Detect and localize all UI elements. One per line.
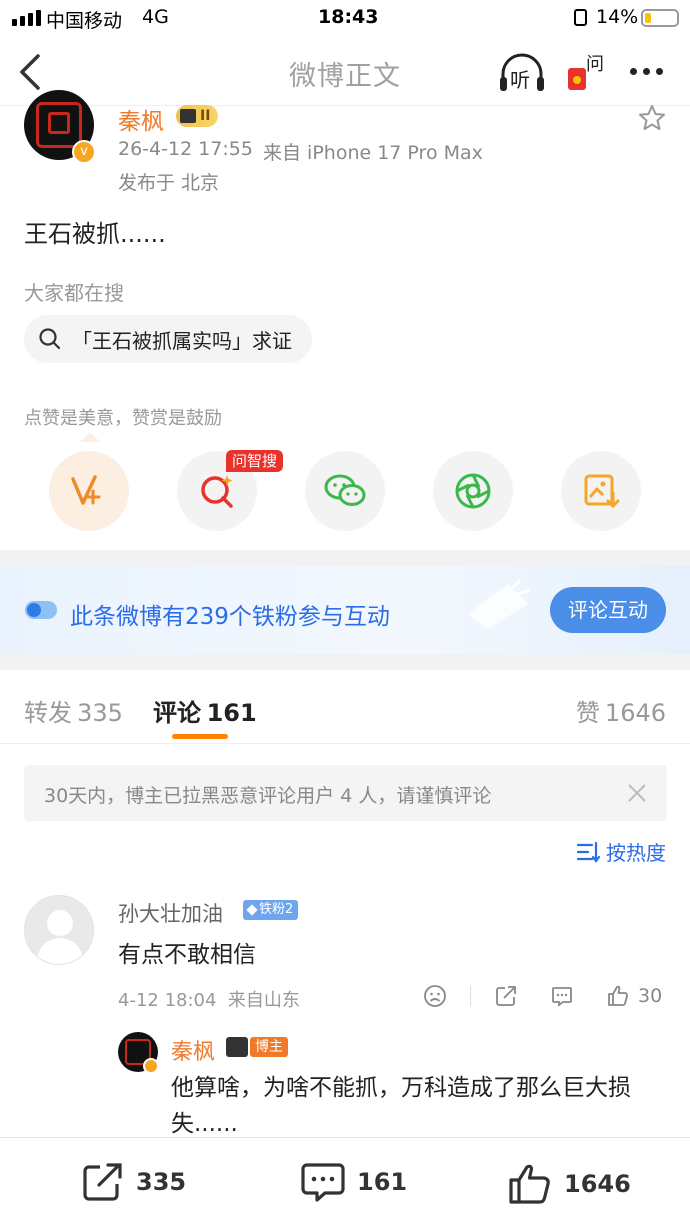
author-name[interactable]: 秦枫 bbox=[118, 102, 164, 136]
blogger-badge: 博主 bbox=[226, 1036, 288, 1058]
dislike-face-icon[interactable] bbox=[423, 984, 447, 1008]
crown-icon bbox=[226, 1037, 248, 1057]
post-location: 发布于 北京 bbox=[118, 172, 220, 194]
bottom-like-count: 1646 bbox=[564, 1170, 631, 1198]
comment-interact-button[interactable]: 评论互动 bbox=[550, 587, 666, 633]
sort-icon bbox=[576, 841, 600, 863]
tab-like-count: 1646 bbox=[604, 699, 666, 727]
signal-icon bbox=[12, 10, 41, 26]
tab-comment[interactable]: 评论 161 bbox=[153, 693, 257, 728]
tab-repost-count: 335 bbox=[77, 699, 123, 727]
bottom-comment-count: 161 bbox=[357, 1168, 408, 1196]
search-pill[interactable]: 「王石被抓属实吗」求证 bbox=[24, 315, 312, 363]
save-image-button[interactable] bbox=[561, 451, 641, 531]
post-time: 26-4-12 17:55 bbox=[118, 138, 253, 160]
post-source: 来自 iPhone 17 Pro Max bbox=[263, 142, 483, 164]
thumbs-up-icon bbox=[509, 1164, 550, 1204]
member-badge: II bbox=[176, 105, 219, 127]
save-image-icon bbox=[584, 474, 620, 509]
bottom-like-button[interactable]: 1646 bbox=[508, 1162, 631, 1206]
commenter-name[interactable]: 孙大壮加油 bbox=[118, 898, 223, 928]
reply-author[interactable]: 秦枫 bbox=[171, 1034, 215, 1066]
sort-label: 按热度 bbox=[606, 841, 666, 865]
repost-icon[interactable] bbox=[494, 984, 518, 1008]
network-label: 4G bbox=[142, 6, 169, 28]
tab-like[interactable]: 赞 1646 bbox=[576, 693, 666, 728]
status-bar: 中国移动 4G 18:43 14% bbox=[0, 0, 690, 36]
tab-indicator bbox=[172, 734, 228, 739]
search-icon bbox=[39, 328, 61, 350]
search-section-label: 大家都在搜 bbox=[24, 281, 124, 305]
fan-badge-label: 铁粉2 bbox=[259, 902, 294, 917]
comment-text: 有点不敢相信 bbox=[118, 942, 256, 968]
block-notice: 30天内，博主已拉黑恶意评论用户 4 人，请谨慎评论 bbox=[24, 765, 667, 821]
member-level: II bbox=[200, 108, 211, 124]
battery-icon bbox=[641, 9, 679, 27]
battery-percent: 14% bbox=[596, 6, 639, 28]
share-wechat-button[interactable] bbox=[305, 451, 385, 531]
share-moments-button[interactable] bbox=[433, 451, 513, 531]
carrier-label: 中国移动 bbox=[46, 10, 123, 32]
listen-button[interactable]: 听 bbox=[498, 50, 546, 96]
verified-icon: v bbox=[72, 140, 96, 164]
wechat-icon bbox=[324, 474, 366, 506]
ask-label: 问 bbox=[586, 54, 604, 75]
commenter-avatar[interactable] bbox=[24, 895, 94, 965]
listen-label: 听 bbox=[510, 68, 530, 92]
section-divider bbox=[0, 654, 690, 670]
red-packet-icon bbox=[568, 68, 586, 90]
diamond-icon bbox=[246, 904, 258, 916]
bottom-repost-count: 335 bbox=[136, 1168, 187, 1196]
tab-comment-label: 评论 bbox=[153, 699, 201, 727]
decoration-icon bbox=[468, 579, 531, 629]
v-plus-icon bbox=[71, 475, 101, 505]
clock: 18:43 bbox=[318, 6, 379, 28]
comment-icon bbox=[301, 1163, 345, 1202]
repost-icon bbox=[83, 1163, 122, 1201]
nav-bar: 微博正文 听 问 bbox=[0, 36, 690, 106]
reward-button[interactable] bbox=[49, 451, 129, 531]
reply-icon[interactable] bbox=[550, 984, 574, 1008]
fans-banner-text: 此条微博有239个铁粉参与互动 bbox=[70, 604, 390, 630]
crown-icon bbox=[180, 109, 196, 123]
lock-rotation-icon bbox=[574, 9, 587, 26]
comment-like-button[interactable]: 30 bbox=[606, 984, 662, 1008]
reply-verified-icon bbox=[143, 1058, 159, 1074]
tab-divider bbox=[0, 743, 690, 744]
bottom-repost-button[interactable]: 335 bbox=[82, 1162, 186, 1202]
ask-button[interactable]: 问 bbox=[566, 50, 608, 96]
block-notice-text: 30天内，博主已拉黑恶意评论用户 4 人，请谨慎评论 bbox=[44, 785, 492, 807]
blogger-badge-label: 博主 bbox=[250, 1037, 288, 1057]
tab-like-label: 赞 bbox=[575, 699, 600, 727]
reward-label: 点赞是美意，赞赏是鼓励 bbox=[24, 408, 222, 429]
reply-text: 他算啥，为啥不能抓，万科造成了那么巨大损失...... bbox=[171, 1075, 631, 1137]
post-content: 王石被抓...... bbox=[24, 220, 166, 248]
action-divider bbox=[470, 986, 471, 1006]
more-icon[interactable] bbox=[630, 68, 663, 75]
search-pill-text: 「王石被抓属实吗」求证 bbox=[72, 328, 292, 353]
comment-meta: 4-12 18:04 来自山东 bbox=[118, 990, 300, 1011]
fans-banner[interactable]: 此条微博有239个铁粉参与互动 评论互动 bbox=[0, 566, 690, 654]
tab-repost-label: 转发 bbox=[24, 699, 72, 727]
comment-like-count: 30 bbox=[638, 985, 663, 1007]
tab-repost[interactable]: 转发 335 bbox=[24, 693, 123, 728]
tab-comment-count: 161 bbox=[206, 699, 257, 727]
bottom-comment-button[interactable]: 161 bbox=[301, 1162, 407, 1202]
ask-badge: 问智搜 bbox=[226, 450, 284, 472]
smart-search-icon bbox=[201, 475, 233, 508]
favorite-star-icon[interactable] bbox=[637, 103, 667, 133]
sort-button[interactable]: 按热度 bbox=[576, 837, 666, 866]
reward-pointer bbox=[80, 432, 100, 442]
close-icon[interactable] bbox=[627, 783, 647, 803]
thumbs-up-icon bbox=[608, 985, 628, 1006]
moments-icon bbox=[455, 473, 491, 509]
section-divider bbox=[0, 550, 690, 566]
fan-badge: 铁粉2 bbox=[243, 900, 299, 920]
bottom-action-bar: 335 161 1646 bbox=[0, 1137, 690, 1227]
toggle-icon bbox=[25, 601, 57, 619]
